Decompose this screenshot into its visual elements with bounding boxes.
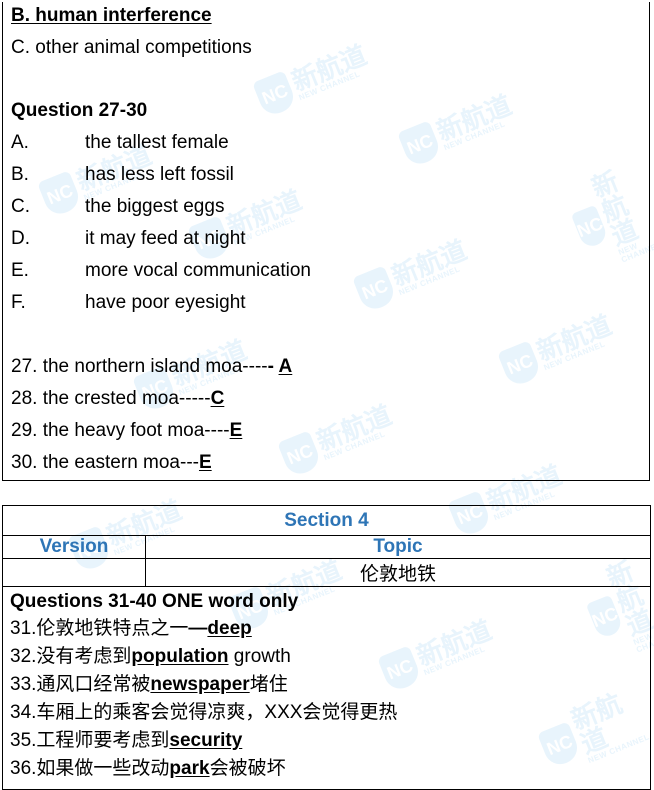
answer-value: security (169, 730, 243, 751)
answer-item: 29. the heavy foot moa----E (11, 420, 243, 441)
topic-value: 伦敦地铁 (145, 558, 651, 587)
question-item: 36.如果做一些改动park会被破坏 (10, 758, 286, 779)
question-item: 32.没有考虑到population growth (10, 646, 291, 667)
answer-value: C (210, 388, 225, 409)
option-item: F. have poor eyesight (11, 292, 246, 313)
answer-value: population (131, 646, 229, 667)
questions-27-30-box: B. human interference C. other animal co… (2, 2, 650, 481)
answer-value: newspaper (150, 674, 250, 695)
answer-item: 28. the crested moa-----C (11, 388, 225, 409)
answer-item: 27. the northern island moa----- A (11, 356, 293, 377)
question-item: 33.通风口经常被newspaper堵住 (10, 674, 288, 695)
question-item: 34.车厢上的乘客会觉得凉爽，XXX会觉得更热 (10, 702, 398, 723)
section-4-table: Section 4 Version Topic 伦敦地铁 Questions 3… (2, 505, 651, 790)
answer-value: E (229, 420, 243, 441)
answer-value: deep (207, 618, 252, 639)
question-item: 35.工程师要考虑到security (10, 730, 243, 751)
option-item: E. more vocal communication (11, 260, 311, 281)
option-b-human-interference: B. human interference (11, 5, 212, 26)
section-title: Section 4 (2, 505, 651, 536)
option-item: B. has less left fossil (11, 164, 234, 185)
topic-header: Topic (145, 535, 651, 559)
question-item: 31.伦敦地铁特点之一—deep (10, 618, 252, 639)
option-item: C. the biggest eggs (11, 196, 225, 217)
answer-value: park (169, 758, 210, 779)
option-c-other-animal: C. other animal competitions (11, 37, 252, 58)
questions-31-40-cell: Questions 31-40 ONE word only 31.伦敦地铁特点之… (2, 586, 651, 790)
answer-item: 30. the eastern moa---E (11, 452, 212, 473)
answer-value: E (198, 452, 212, 473)
question-heading: Question 27-30 (11, 100, 148, 121)
option-item: D. it may feed at night (11, 228, 246, 249)
option-item: A. the tallest female (11, 132, 229, 153)
answer-value: A (278, 356, 293, 377)
version-value (2, 558, 146, 587)
instruction: Questions 31-40 ONE word only (10, 591, 299, 612)
version-header: Version (2, 535, 146, 559)
